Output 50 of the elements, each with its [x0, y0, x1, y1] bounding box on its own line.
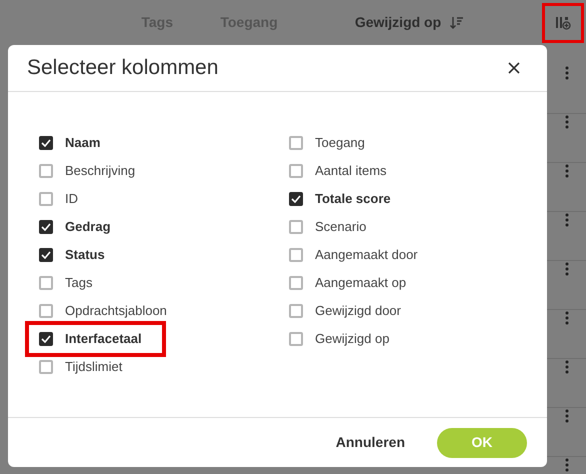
- checkbox-label: Gewijzigd door: [315, 302, 401, 320]
- more-icon[interactable]: [564, 164, 568, 178]
- checkbox-label: Toegang: [315, 134, 365, 152]
- checkbox-label: Scenario: [315, 218, 366, 236]
- checkbox-label: Aantal items: [315, 162, 387, 180]
- checkbox[interactable]: [39, 164, 53, 178]
- checkbox[interactable]: [289, 192, 303, 206]
- checkbox-label: Tags: [65, 274, 92, 292]
- checkbox[interactable]: [39, 304, 53, 318]
- checkbox[interactable]: [289, 248, 303, 262]
- checkbox[interactable]: [39, 276, 53, 290]
- checkbox-label: Gewijzigd op: [315, 330, 390, 348]
- checkbox[interactable]: [39, 220, 53, 234]
- checkbox[interactable]: [39, 332, 53, 346]
- more-icon[interactable]: [564, 458, 568, 472]
- checkbox-label: Naam: [65, 134, 100, 152]
- sort-icon: [449, 14, 466, 30]
- more-icon[interactable]: [564, 311, 568, 325]
- checkbox[interactable]: [289, 164, 303, 178]
- checkbox-label: Aangemaakt door: [315, 246, 418, 264]
- checkbox[interactable]: [39, 360, 53, 374]
- checkbox-label: Beschrijving: [65, 162, 136, 180]
- checkbox[interactable]: [289, 332, 303, 346]
- dialog-title: Selecteer kolommen: [27, 55, 218, 82]
- checkbox-label: Aangemaakt op: [315, 274, 406, 292]
- checkbox-label: Totale score: [315, 190, 391, 208]
- more-icon[interactable]: [564, 66, 568, 80]
- more-icon[interactable]: [564, 115, 568, 129]
- more-icon[interactable]: [564, 262, 568, 276]
- checkbox[interactable]: [39, 192, 53, 206]
- checkbox[interactable]: [39, 136, 53, 150]
- checkbox-label: Status: [65, 246, 105, 264]
- more-icon[interactable]: [564, 409, 568, 423]
- checkbox[interactable]: [289, 276, 303, 290]
- column-settings-icon[interactable]: [555, 16, 571, 30]
- column-header[interactable]: Gewijzigd op: [354, 12, 466, 33]
- checkbox-label: ID: [65, 190, 78, 208]
- checkbox[interactable]: [289, 304, 303, 318]
- close-icon[interactable]: [508, 62, 520, 74]
- checkbox-label: Tijdslimiet: [65, 358, 122, 376]
- checkbox-label: Interfacetaal: [65, 330, 142, 348]
- cancel-button[interactable]: Annuleren: [336, 432, 405, 453]
- checkbox-label: Opdrachtsjabloon: [65, 302, 167, 320]
- checkbox[interactable]: [289, 136, 303, 150]
- checkbox[interactable]: [39, 248, 53, 262]
- more-icon[interactable]: [564, 360, 568, 374]
- ok-button[interactable]: OK: [437, 428, 527, 458]
- more-icon[interactable]: [564, 213, 568, 227]
- checkbox-label: Gedrag: [65, 218, 111, 236]
- checkbox[interactable]: [289, 220, 303, 234]
